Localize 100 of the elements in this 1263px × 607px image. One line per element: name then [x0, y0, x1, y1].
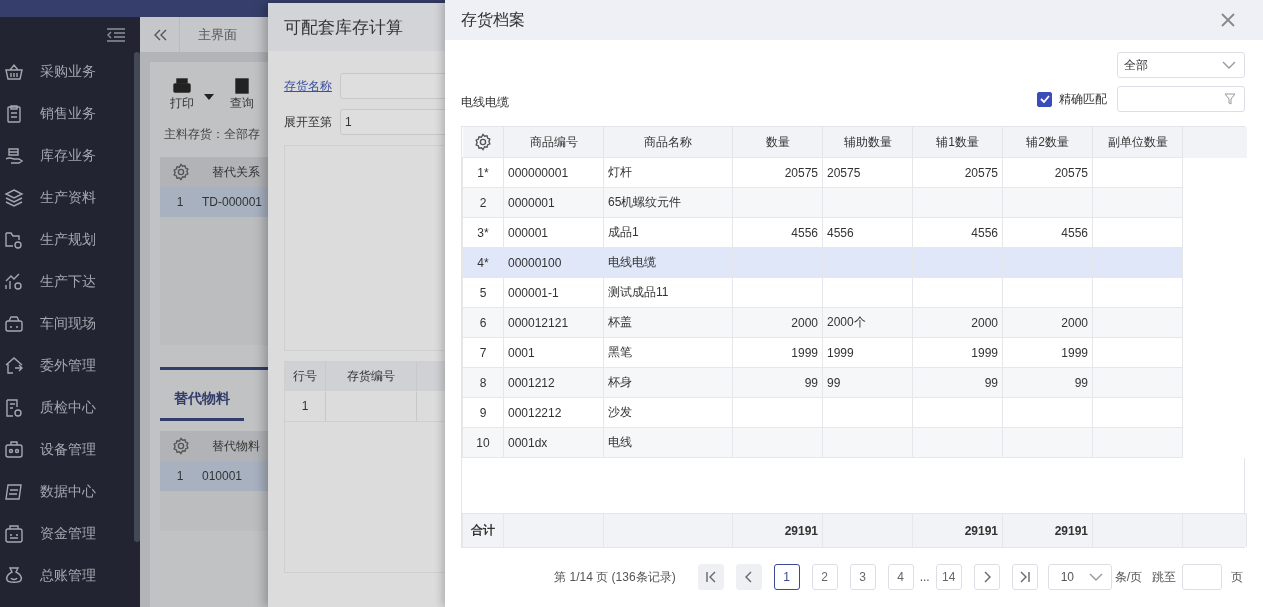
- sidebar-item[interactable]: 生产下达: [0, 261, 128, 303]
- table-cell: 000001: [508, 225, 549, 240]
- page-button[interactable]: 4: [887, 564, 914, 590]
- category-dropdown[interactable]: 全部: [1117, 52, 1245, 78]
- column-header: 存货编号: [326, 362, 417, 391]
- print-button[interactable]: 打印: [170, 78, 194, 112]
- page-button[interactable]: 3: [849, 564, 876, 590]
- table-cell: 电线: [608, 435, 632, 449]
- printer-icon: [173, 78, 191, 94]
- page-size-unit: 条/页: [1114, 568, 1142, 586]
- column-header: 辅2数量: [1026, 134, 1069, 149]
- sidebar-item[interactable]: 生产规划: [0, 219, 128, 261]
- sidebar-item[interactable]: 采购业务: [0, 51, 128, 93]
- last-button[interactable]: [1011, 564, 1038, 590]
- table-cell: 99: [984, 375, 998, 390]
- page-summary: 第 1/14 页 (136条记录): [554, 568, 676, 586]
- filter-field[interactable]: [1117, 86, 1245, 112]
- table-cell: 1999: [1061, 345, 1088, 360]
- table-cell: 99: [827, 375, 841, 390]
- table-row[interactable]: 8 0001212 杯身 99 99 99 99: [462, 367, 1247, 398]
- page-button[interactable]: 14: [935, 564, 962, 590]
- table-cell-text: 010001: [201, 469, 243, 483]
- table-cell: 4556: [827, 225, 854, 240]
- table-cell: 0001dx: [508, 435, 548, 450]
- table-cell: 20575: [784, 165, 818, 180]
- table-cell: 2000: [791, 315, 818, 330]
- table-cell: 杯身: [608, 375, 632, 389]
- next-button[interactable]: [973, 564, 1000, 590]
- table-row[interactable]: 5 000001-1 测试成品11: [462, 277, 1247, 308]
- column-header: 副单位数量: [1107, 134, 1168, 149]
- row-number: 3*: [477, 225, 489, 240]
- last-page-icon: [1018, 571, 1031, 583]
- row-number: 2: [479, 195, 487, 210]
- sidebar-item[interactable]: 资金管理: [0, 513, 128, 555]
- clipboard-icon: [4, 104, 24, 124]
- field-label: 展开至第: [284, 113, 332, 131]
- menu-icon[interactable]: [106, 27, 126, 43]
- table-cell: 000001-1: [508, 285, 559, 300]
- row-number: 1: [285, 391, 326, 421]
- total-value: 29191: [784, 523, 818, 538]
- page-button[interactable]: 2: [811, 564, 838, 590]
- sidebar-item[interactable]: 销售业务: [0, 93, 128, 135]
- table-cell: 0001212: [508, 375, 555, 390]
- tab[interactable]: 替代物料: [160, 390, 244, 421]
- settings-icon[interactable]: [172, 163, 190, 181]
- table-cell: 1999: [791, 345, 818, 360]
- column-header: 商品名称: [644, 134, 692, 149]
- query-button[interactable]: 查询: [230, 78, 254, 112]
- scrollbar[interactable]: [134, 52, 140, 542]
- column-header: 替代物料: [211, 437, 260, 455]
- table-row[interactable]: 3* 000001 成品1 4556 4556 4556 4556: [462, 217, 1247, 248]
- checkbox[interactable]: [1037, 91, 1052, 107]
- dialog-title: 存货档案: [461, 9, 525, 30]
- sidebar-item[interactable]: 数据中心: [0, 471, 128, 513]
- table-row[interactable]: 2 0000001 65机螺纹元件: [462, 187, 1247, 218]
- check-icon: [1039, 95, 1050, 103]
- settings-icon[interactable]: [473, 133, 492, 151]
- table-row[interactable]: 10 0001dx 电线: [462, 427, 1247, 458]
- table-cell: 1999: [827, 345, 854, 360]
- row-number: 4*: [477, 255, 489, 270]
- table-cell: 4556: [971, 225, 998, 240]
- table-row[interactable]: 6 000012121 杯盖 2000 2000个 2000 2000: [462, 307, 1247, 338]
- table-row[interactable]: 7 0001 黑笔 1999 1999 1999 1999: [462, 337, 1247, 368]
- folder-gear-icon: [4, 230, 24, 250]
- house-arrow-icon: [4, 356, 24, 376]
- table-cell: 2000个: [827, 315, 866, 329]
- column-header: 商品编号: [529, 134, 578, 149]
- sidebar-item[interactable]: 委外管理: [0, 345, 128, 387]
- tab[interactable]: 主界面: [180, 17, 255, 52]
- row-number: 1*: [477, 165, 489, 180]
- sidebar-item[interactable]: 总账管理: [0, 555, 128, 597]
- table-cell: 99: [1074, 375, 1088, 390]
- caret-icon[interactable]: [204, 94, 214, 100]
- table-row[interactable]: 9 00012212 沙发: [462, 397, 1247, 428]
- close-icon[interactable]: [1221, 13, 1235, 27]
- chevron-down-icon: [1222, 61, 1236, 69]
- column-header: 行号: [285, 362, 326, 391]
- sidebar-item[interactable]: 车间现场: [0, 303, 128, 345]
- table-row[interactable]: 4* 00000100 电线电缆: [462, 247, 1247, 278]
- double-chevron-left-icon: [152, 28, 167, 41]
- total-label: 合计: [471, 523, 495, 537]
- table-cell: 000000001: [508, 165, 569, 180]
- row-number: 7: [479, 345, 487, 360]
- table-cell: 电线电缆: [608, 255, 656, 269]
- field-link[interactable]: 存货名称: [284, 77, 332, 95]
- page-button[interactable]: 1: [773, 564, 800, 590]
- sidebar-item[interactable]: 设备管理: [0, 429, 128, 471]
- sidebar-item[interactable]: 库存业务: [0, 135, 128, 177]
- ellipsis: ...: [919, 570, 930, 584]
- sidebar-item[interactable]: 生产资料: [0, 177, 128, 219]
- chart-gear-icon: [4, 272, 24, 292]
- row-number: 5: [479, 285, 487, 300]
- table-cell: 20575: [1054, 165, 1088, 180]
- page-size-dropdown[interactable]: 10: [1047, 564, 1112, 590]
- table-cell: 杯盖: [608, 315, 632, 329]
- table-cell: 4556: [791, 225, 818, 240]
- settings-icon[interactable]: [172, 437, 190, 455]
- sidebar-item[interactable]: 质检中心: [0, 387, 128, 429]
- table-row[interactable]: 1* 000000001 灯杆 20575 20575 20575 20575: [462, 157, 1247, 188]
- page-input[interactable]: [1182, 564, 1222, 590]
